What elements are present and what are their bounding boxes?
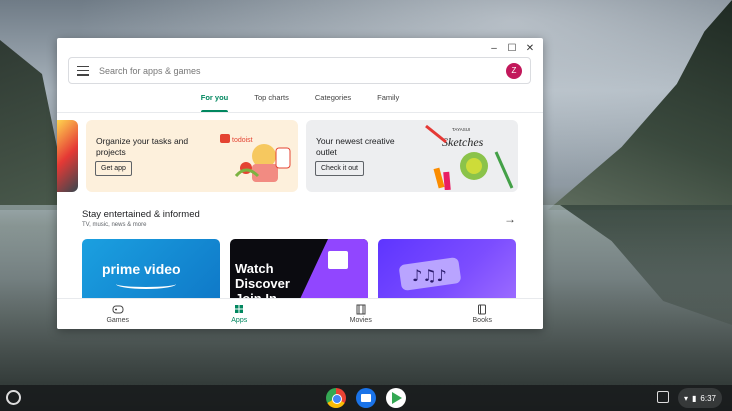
minimize-button[interactable]: –: [487, 41, 501, 55]
files-icon[interactable]: [356, 388, 376, 408]
sketches-illustration: TAYASUI Sketches: [425, 124, 514, 190]
nav-label: Games: [106, 317, 130, 324]
maximize-button[interactable]: ☐: [505, 41, 519, 55]
clock: 6:37: [700, 393, 716, 403]
shelf-apps: [326, 388, 406, 408]
tab-for-you[interactable]: For you: [188, 90, 242, 112]
nav-games[interactable]: Games: [57, 299, 179, 329]
section-subtitle: TV, music, news & more: [82, 222, 147, 228]
check-it-out-button[interactable]: Check it out: [315, 161, 364, 176]
twitch-tagline: Watch Discover Join In: [235, 261, 290, 299]
status-tray[interactable]: ▾ ▮ 6:37: [678, 388, 722, 408]
search-bar[interactable]: Search for apps & games Z: [68, 57, 531, 84]
sketches-title: Sketches: [442, 135, 484, 149]
nav-apps[interactable]: Apps: [179, 299, 301, 329]
card-music-app[interactable]: ♪♫♪: [378, 239, 516, 299]
prime-smile-icon: [116, 279, 176, 289]
book-icon: [478, 304, 487, 315]
nav-label: Books: [472, 317, 492, 324]
card-prime-video[interactable]: prime video: [82, 239, 220, 299]
music-notes-icon: ♪♫♪: [399, 257, 461, 291]
launcher-icon[interactable]: [6, 390, 21, 405]
tabs-divider: [57, 112, 543, 113]
card-twitch[interactable]: Watch Discover Join In: [230, 239, 368, 299]
tab-family[interactable]: Family: [364, 90, 412, 112]
nav-books[interactable]: Books: [422, 299, 544, 329]
arrow-right-icon[interactable]: →: [504, 212, 516, 226]
nav-label: Apps: [231, 317, 248, 324]
play-store-window: – ☐ ✕ Search for apps & games Z For you …: [57, 38, 543, 329]
window-controls: – ☐ ✕: [487, 41, 537, 55]
prime-video-logo-text: prime video: [102, 261, 181, 277]
tab-top-charts[interactable]: Top charts: [241, 90, 302, 112]
tab-categories[interactable]: Categories: [302, 90, 364, 112]
todoist-illustration: todoist: [220, 134, 291, 182]
gamepad-icon: [112, 305, 124, 314]
promo-text: Your newest creative outlet: [316, 136, 395, 157]
nav-movies[interactable]: Movies: [300, 299, 422, 329]
hamburger-menu-icon[interactable]: [77, 65, 89, 76]
promo-text: Organize your tasks and projects: [96, 136, 189, 157]
promo-card-todoist[interactable]: Organize your tasks and projects Get app…: [86, 120, 298, 192]
search-input[interactable]: Search for apps & games: [99, 66, 506, 76]
tayasui-brand: TAYASUI: [452, 127, 470, 132]
bottom-nav: Games Apps Movies Books: [57, 298, 543, 329]
get-app-button[interactable]: Get app: [95, 161, 132, 176]
promo-card-previous[interactable]: [57, 120, 78, 192]
wifi-icon: ▾: [684, 393, 689, 403]
play-store-icon[interactable]: [386, 388, 406, 408]
tab-bar: For you Top charts Categories Family: [57, 90, 543, 112]
close-button[interactable]: ✕: [523, 41, 537, 55]
svg-text:♪♫♪: ♪♫♪: [412, 266, 447, 285]
promo-card-sketches[interactable]: Your newest creative outlet Check it out…: [306, 120, 518, 192]
overview-icon[interactable]: [657, 391, 669, 403]
chrome-icon[interactable]: [326, 388, 346, 408]
todoist-brand: todoist: [232, 137, 253, 144]
apps-grid-icon: [235, 305, 244, 313]
nav-label: Movies: [349, 317, 372, 324]
battery-icon: ▮: [692, 393, 697, 403]
shelf: ▾ ▮ 6:37: [0, 385, 732, 411]
account-avatar[interactable]: Z: [506, 62, 522, 79]
film-icon: [356, 304, 366, 315]
twitch-logo-icon: [328, 251, 348, 269]
section-title: Stay entertained & informed: [82, 209, 200, 220]
